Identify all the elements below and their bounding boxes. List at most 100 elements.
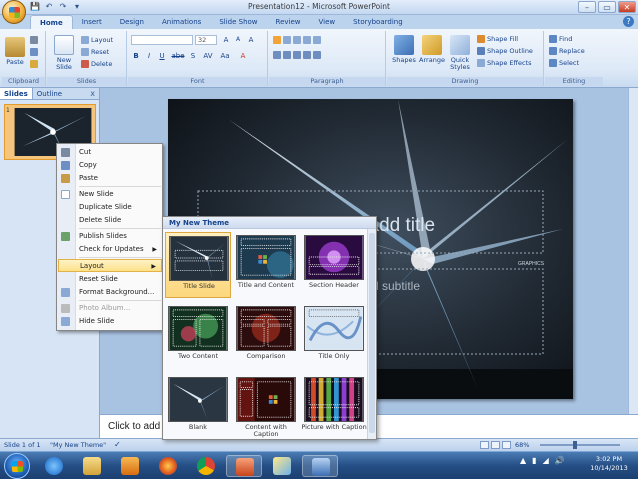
- menu-item-photo-album[interactable]: Photo Album...: [57, 302, 162, 315]
- layout-label: Content with Caption: [245, 423, 287, 438]
- layout-comparison[interactable]: Comparison: [233, 303, 299, 369]
- taskbar-ie[interactable]: [36, 455, 72, 477]
- cut-button[interactable]: [30, 36, 38, 44]
- normal-view-icon[interactable]: [480, 441, 489, 449]
- layout-picture-with-caption[interactable]: Picture with Caption: [301, 374, 367, 440]
- layout-section-header[interactable]: Section Header: [301, 232, 367, 298]
- shadow-button[interactable]: S: [188, 51, 198, 61]
- tab-animations[interactable]: Animations: [153, 15, 210, 29]
- clear-formatting-button[interactable]: A: [246, 35, 256, 45]
- tab-slides[interactable]: Slides: [0, 88, 33, 99]
- change-case-button[interactable]: Aa: [218, 51, 232, 61]
- bold-button[interactable]: B: [131, 51, 141, 61]
- menu-item-delete-slide[interactable]: Delete Slide: [57, 214, 162, 227]
- window-title: Presentation12 - Microsoft PowerPoint: [248, 2, 390, 11]
- layout-title-and-content[interactable]: Title and Content: [233, 232, 299, 298]
- close-button[interactable]: ✕: [618, 1, 636, 13]
- arrange-button[interactable]: Arrange: [419, 35, 445, 64]
- copy-button[interactable]: [30, 48, 38, 56]
- layout-title-slide[interactable]: Title Slide: [165, 232, 231, 298]
- layout-content-with-caption[interactable]: Content with Caption: [233, 374, 299, 440]
- tab-storyboarding[interactable]: Storyboarding: [344, 15, 412, 29]
- select-button[interactable]: Select: [549, 59, 579, 67]
- reset-button[interactable]: Reset: [81, 48, 109, 56]
- vertical-scrollbar[interactable]: [628, 88, 638, 414]
- shapes-button[interactable]: Shapes: [391, 35, 417, 64]
- menu-item-layout[interactable]: Layout ▶: [58, 259, 162, 272]
- layout-button[interactable]: Layout: [81, 36, 113, 44]
- underline-button[interactable]: U: [157, 51, 167, 61]
- zoom-slider[interactable]: [540, 444, 620, 446]
- font-size-select[interactable]: 32: [195, 35, 217, 45]
- tab-home[interactable]: Home: [30, 15, 73, 29]
- delete-button[interactable]: Delete: [81, 60, 112, 68]
- menu-item-copy[interactable]: Copy: [57, 159, 162, 172]
- menu-item-hide-slide[interactable]: Hide Slide: [57, 315, 162, 328]
- new-slide-button[interactable]: New Slide: [51, 35, 77, 71]
- layout-blank[interactable]: Blank: [165, 374, 231, 440]
- start-button[interactable]: [4, 453, 30, 479]
- shapes-label: Shapes: [392, 56, 416, 64]
- taskbar-firefox[interactable]: [150, 455, 186, 477]
- show-hidden-icons-icon[interactable]: ▲: [520, 456, 526, 465]
- tab-view[interactable]: View: [310, 15, 345, 29]
- find-icon: [549, 35, 557, 43]
- grow-font-button[interactable]: A: [221, 35, 231, 45]
- minimize-button[interactable]: –: [578, 1, 596, 13]
- menu-item-publish-slides[interactable]: Publish Slides: [57, 230, 162, 243]
- menu-item-label: Check for Updates: [79, 245, 144, 253]
- shape-fill-button[interactable]: Shape Fill: [477, 35, 518, 43]
- taskbar-powerpoint[interactable]: [226, 455, 262, 477]
- shape-outline-button[interactable]: Shape Outline: [477, 47, 533, 55]
- quick-styles-button[interactable]: Quick Styles: [447, 35, 473, 71]
- layout-title-only[interactable]: Title Only: [301, 303, 367, 369]
- shape-effects-button[interactable]: Shape Effects: [477, 59, 532, 67]
- paragraph-list-buttons[interactable]: [273, 36, 321, 44]
- italic-button[interactable]: I: [144, 51, 154, 61]
- font-name-select[interactable]: [131, 35, 193, 45]
- menu-item-format-background[interactable]: Format Background...: [57, 286, 162, 299]
- taskbar-screen-capture[interactable]: [302, 455, 338, 477]
- shrink-font-button[interactable]: A: [233, 35, 243, 45]
- tab-slide-show[interactable]: Slide Show: [210, 15, 266, 29]
- panel-close-icon[interactable]: x: [86, 88, 99, 99]
- zoom-level[interactable]: 68%: [515, 441, 529, 449]
- tab-design[interactable]: Design: [111, 15, 153, 29]
- office-button[interactable]: [2, 0, 26, 24]
- flag-icon[interactable]: ▮: [532, 456, 536, 465]
- font-color-button[interactable]: A: [238, 51, 248, 61]
- menu-item-duplicate-slide[interactable]: Duplicate Slide: [57, 201, 162, 214]
- taskbar-chrome[interactable]: [188, 455, 224, 477]
- network-icon[interactable]: ◢: [543, 456, 549, 465]
- taskbar-media-player[interactable]: [112, 455, 148, 477]
- tab-outline[interactable]: Outline: [33, 88, 66, 99]
- menu-item-check-for-updates[interactable]: Check for Updates ▶: [57, 243, 162, 256]
- layout-two-content[interactable]: Two Content: [165, 303, 231, 369]
- gallery-scroll-thumb[interactable]: [369, 233, 375, 433]
- clock[interactable]: 3:02 PM 10/14/2013: [586, 455, 632, 473]
- help-icon[interactable]: ?: [623, 16, 634, 27]
- menu-item-paste[interactable]: Paste: [57, 172, 162, 185]
- gallery-scrollbar[interactable]: [367, 229, 376, 439]
- find-button[interactable]: Find: [549, 35, 572, 43]
- maximize-button[interactable]: ▭: [598, 1, 616, 13]
- menu-item-reset-slide[interactable]: Reset Slide: [57, 273, 162, 286]
- tab-review[interactable]: Review: [267, 15, 310, 29]
- paragraph-align-buttons[interactable]: [273, 51, 321, 59]
- taskbar-paint[interactable]: [264, 455, 300, 477]
- slide-show-view-icon[interactable]: [502, 441, 511, 449]
- volume-icon[interactable]: 🔊: [555, 456, 565, 465]
- paste-button[interactable]: Paste: [4, 37, 26, 66]
- menu-item-cut[interactable]: Cut: [57, 146, 162, 159]
- slide-sorter-view-icon[interactable]: [491, 441, 500, 449]
- strikethrough-button[interactable]: abe: [170, 51, 186, 61]
- menu-item-new-slide[interactable]: New Slide: [57, 188, 162, 201]
- taskbar-explorer[interactable]: [74, 455, 110, 477]
- spelling-check-icon[interactable]: ✓: [114, 440, 121, 449]
- font-group: 32 A A A B I U abe S AV Aa A Font: [128, 31, 268, 86]
- replace-button[interactable]: Replace: [549, 47, 585, 55]
- tab-insert[interactable]: Insert: [73, 15, 111, 29]
- format-painter-button[interactable]: [30, 60, 38, 68]
- zoom-slider-knob[interactable]: [573, 441, 577, 449]
- character-spacing-button[interactable]: AV: [201, 51, 215, 61]
